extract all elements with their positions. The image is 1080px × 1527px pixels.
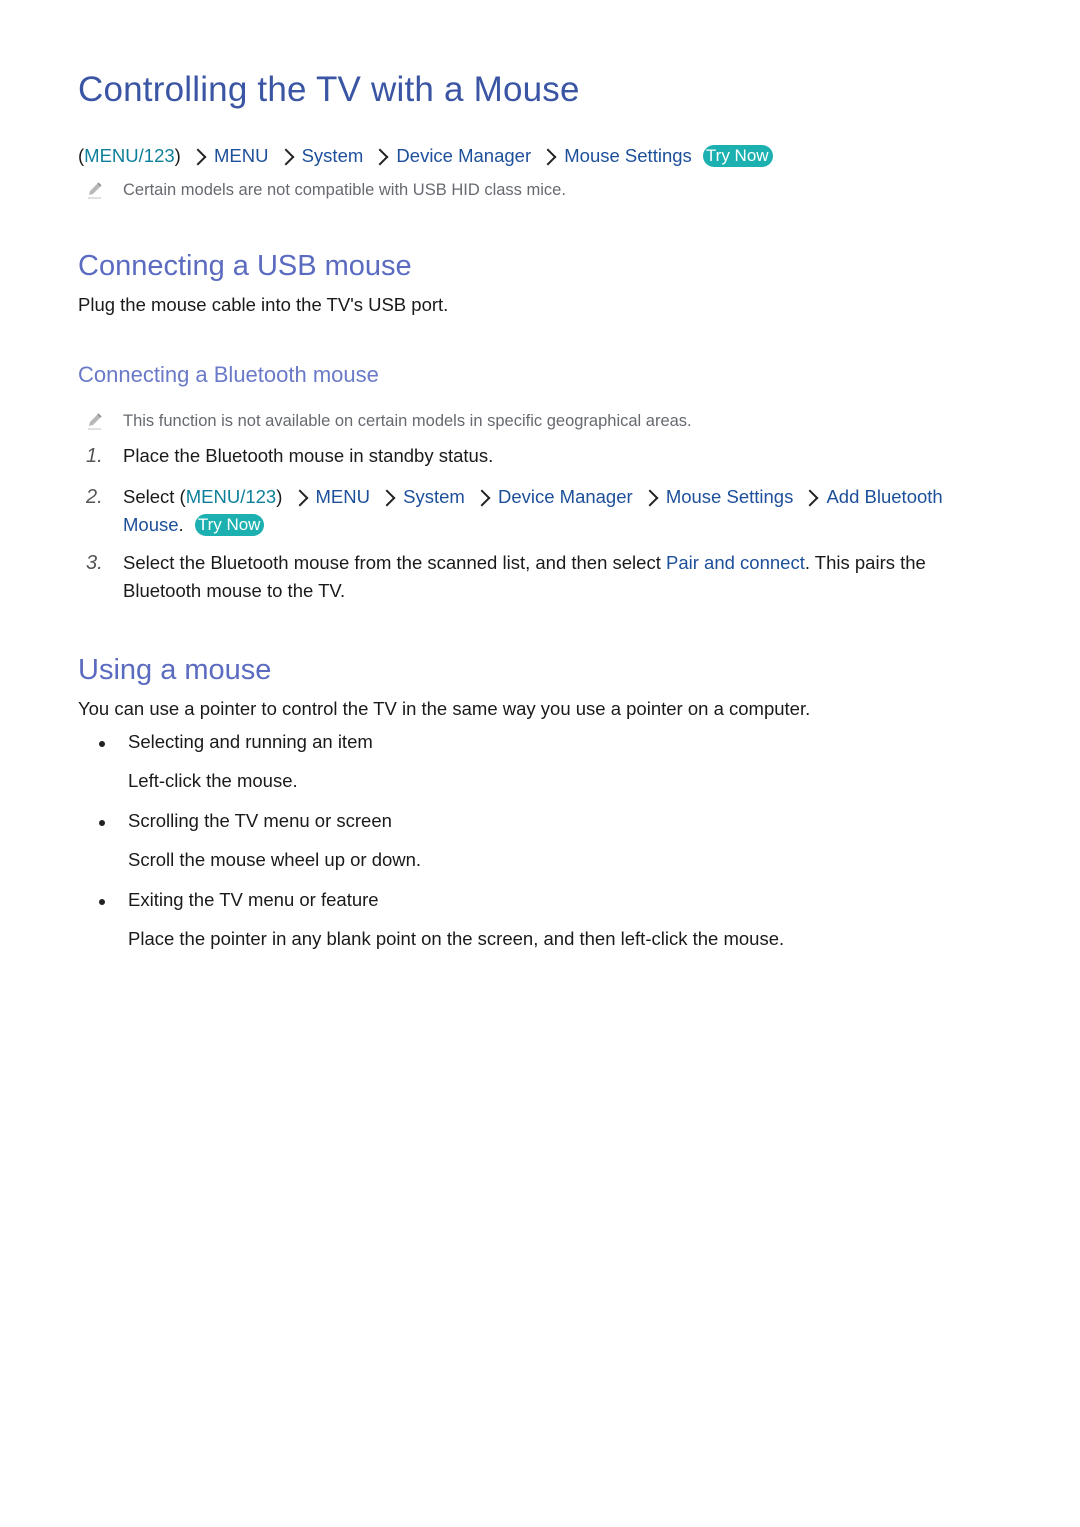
chevron-right-icon xyxy=(801,489,819,507)
menu-root-link[interactable]: MENU/123 xyxy=(84,145,174,166)
chevron-right-icon xyxy=(378,489,396,507)
bullet-desc: Left-click the mouse. xyxy=(128,770,298,791)
chevron-right-icon xyxy=(277,148,295,166)
paren-close: ) xyxy=(276,486,283,507)
chevron-right-icon xyxy=(539,148,557,166)
pair-and-connect-link[interactable]: Pair and connect xyxy=(666,552,805,573)
bullet-desc: Scroll the mouse wheel up or down. xyxy=(128,849,422,870)
bullet-dot xyxy=(99,820,105,826)
bullet-dot xyxy=(99,899,105,905)
path-item-device-manager[interactable]: Device Manager xyxy=(396,145,531,166)
step-number: 1. xyxy=(86,445,103,467)
path-item-system[interactable]: System xyxy=(302,145,364,166)
path-item-mouse-settings[interactable]: Mouse Settings xyxy=(666,486,794,507)
chevron-right-icon xyxy=(473,489,491,507)
bullet-title: Scrolling the TV menu or screen xyxy=(128,810,392,831)
try-now-button[interactable]: Try Now xyxy=(702,145,773,167)
step-text: Place the Bluetooth mouse in standby sta… xyxy=(123,445,494,466)
chevron-right-icon xyxy=(291,489,309,507)
page-title: Controlling the TV with a Mouse xyxy=(78,70,580,109)
section-heading-bluetooth: Connecting a Bluetooth mouse xyxy=(78,362,379,387)
step-prefix: Select ( xyxy=(123,486,186,507)
note-text: This function is not available on certai… xyxy=(123,412,692,430)
bullet-title: Exiting the TV menu or feature xyxy=(128,889,379,910)
section-heading-usb: Connecting a USB mouse xyxy=(78,250,412,282)
path-item-menu[interactable]: MENU xyxy=(316,486,370,507)
step-suffix: . xyxy=(178,514,184,535)
chevron-right-icon xyxy=(371,148,389,166)
using-intro: You can use a pointer to control the TV … xyxy=(78,698,811,719)
step-text: Select (MENU/123) MENU System Device Man… xyxy=(123,483,993,539)
pencil-note-icon xyxy=(88,413,102,430)
path-item-system[interactable]: System xyxy=(403,486,465,507)
path-item-device-manager[interactable]: Device Manager xyxy=(498,486,633,507)
bullet-dot xyxy=(99,741,105,747)
section-heading-using: Using a mouse xyxy=(78,654,272,686)
chevron-right-icon xyxy=(189,148,207,166)
usb-text: Plug the mouse cable into the TV's USB p… xyxy=(78,294,449,315)
note-text: Certain models are not compatible with U… xyxy=(123,181,566,199)
paren-close: ) xyxy=(174,145,181,166)
path-item-mouse-settings[interactable]: Mouse Settings xyxy=(564,145,692,166)
step-number: 2. xyxy=(86,486,103,508)
bullet-title: Selecting and running an item xyxy=(128,731,373,752)
menu-root-link[interactable]: MENU/123 xyxy=(186,486,276,507)
chevron-right-icon xyxy=(641,489,659,507)
pencil-note-icon xyxy=(88,182,102,199)
step-number: 3. xyxy=(86,552,103,574)
step-text: Select the Bluetooth mouse from the scan… xyxy=(123,549,993,605)
path-item-menu[interactable]: MENU xyxy=(214,145,268,166)
try-now-button[interactable]: Try Now xyxy=(194,514,265,536)
menu-path: (MENU/123) MENU System Device Manager Mo… xyxy=(78,142,773,170)
step-text-before: Select the Bluetooth mouse from the scan… xyxy=(123,552,666,573)
bullet-desc: Place the pointer in any blank point on … xyxy=(128,928,785,949)
